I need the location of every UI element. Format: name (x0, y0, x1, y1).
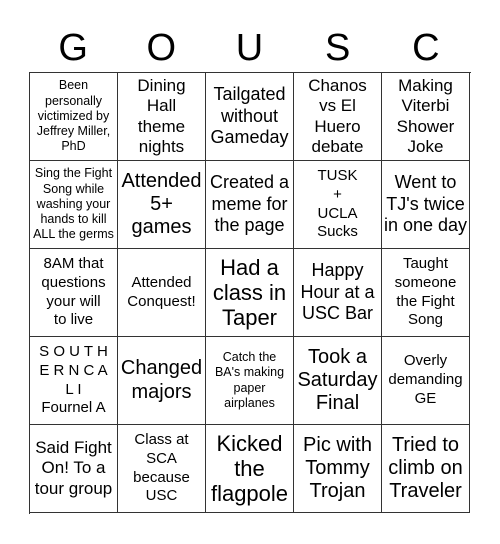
bingo-cell[interactable]: Sing the Fight Song while washing your h… (30, 161, 118, 249)
header-letter-c: C (412, 27, 440, 69)
bingo-grid: Been personally victimized by Jeffrey Mi… (29, 72, 471, 514)
bingo-cell[interactable]: Chanos vs El Huero debate (294, 73, 382, 161)
header-letter-o: O (146, 27, 177, 69)
bingo-cell[interactable]: Tried to climb on Traveler (382, 425, 470, 513)
bingo-cell[interactable]: Class at SCA because USC (118, 425, 206, 513)
bingo-cell[interactable]: Been personally victimized by Jeffrey Mi… (30, 73, 118, 161)
bingo-cell[interactable]: 8AM that questions your will to live (30, 249, 118, 337)
bingo-cell[interactable]: Went to TJ's twice in one day (382, 161, 470, 249)
header-letter-s: S (325, 27, 351, 69)
bingo-cell[interactable]: Kicked the flagpole (206, 425, 294, 513)
bingo-cell[interactable]: Taught someone the Fight Song (382, 249, 470, 337)
bingo-cell[interactable]: Dining Hall theme nights (118, 73, 206, 161)
bingo-cell[interactable]: Created a meme for the page (206, 161, 294, 249)
header-letter-g: G (58, 27, 88, 69)
bingo-header: G O U S C (29, 24, 470, 72)
bingo-cell[interactable]: Said Fight On! To a tour group (30, 425, 118, 513)
header-letter-u: U (235, 27, 264, 69)
bingo-cell[interactable]: Overly demanding GE (382, 337, 470, 425)
bingo-cell[interactable]: Making Viterbi Shower Joke (382, 73, 470, 161)
bingo-cell[interactable]: TUSK + UCLA Sucks (294, 161, 382, 249)
bingo-cell[interactable]: Changed majors (118, 337, 206, 425)
bingo-cell[interactable]: Happy Hour at a USC Bar (294, 249, 382, 337)
bingo-cell[interactable]: Took a Saturday Final (294, 337, 382, 425)
bingo-cell[interactable]: Tailgated without Gameday (206, 73, 294, 161)
bingo-cell[interactable]: Had a class in Taper (206, 249, 294, 337)
bingo-cell[interactable]: S O U T H E R N C A L I Fournel A (30, 337, 118, 425)
bingo-cell[interactable]: Catch the BA's making paper airplanes (206, 337, 294, 425)
bingo-cell[interactable]: Attended 5+ games (118, 161, 206, 249)
bingo-cell[interactable]: Attended Conquest! (118, 249, 206, 337)
bingo-cell[interactable]: Pic with Tommy Trojan (294, 425, 382, 513)
